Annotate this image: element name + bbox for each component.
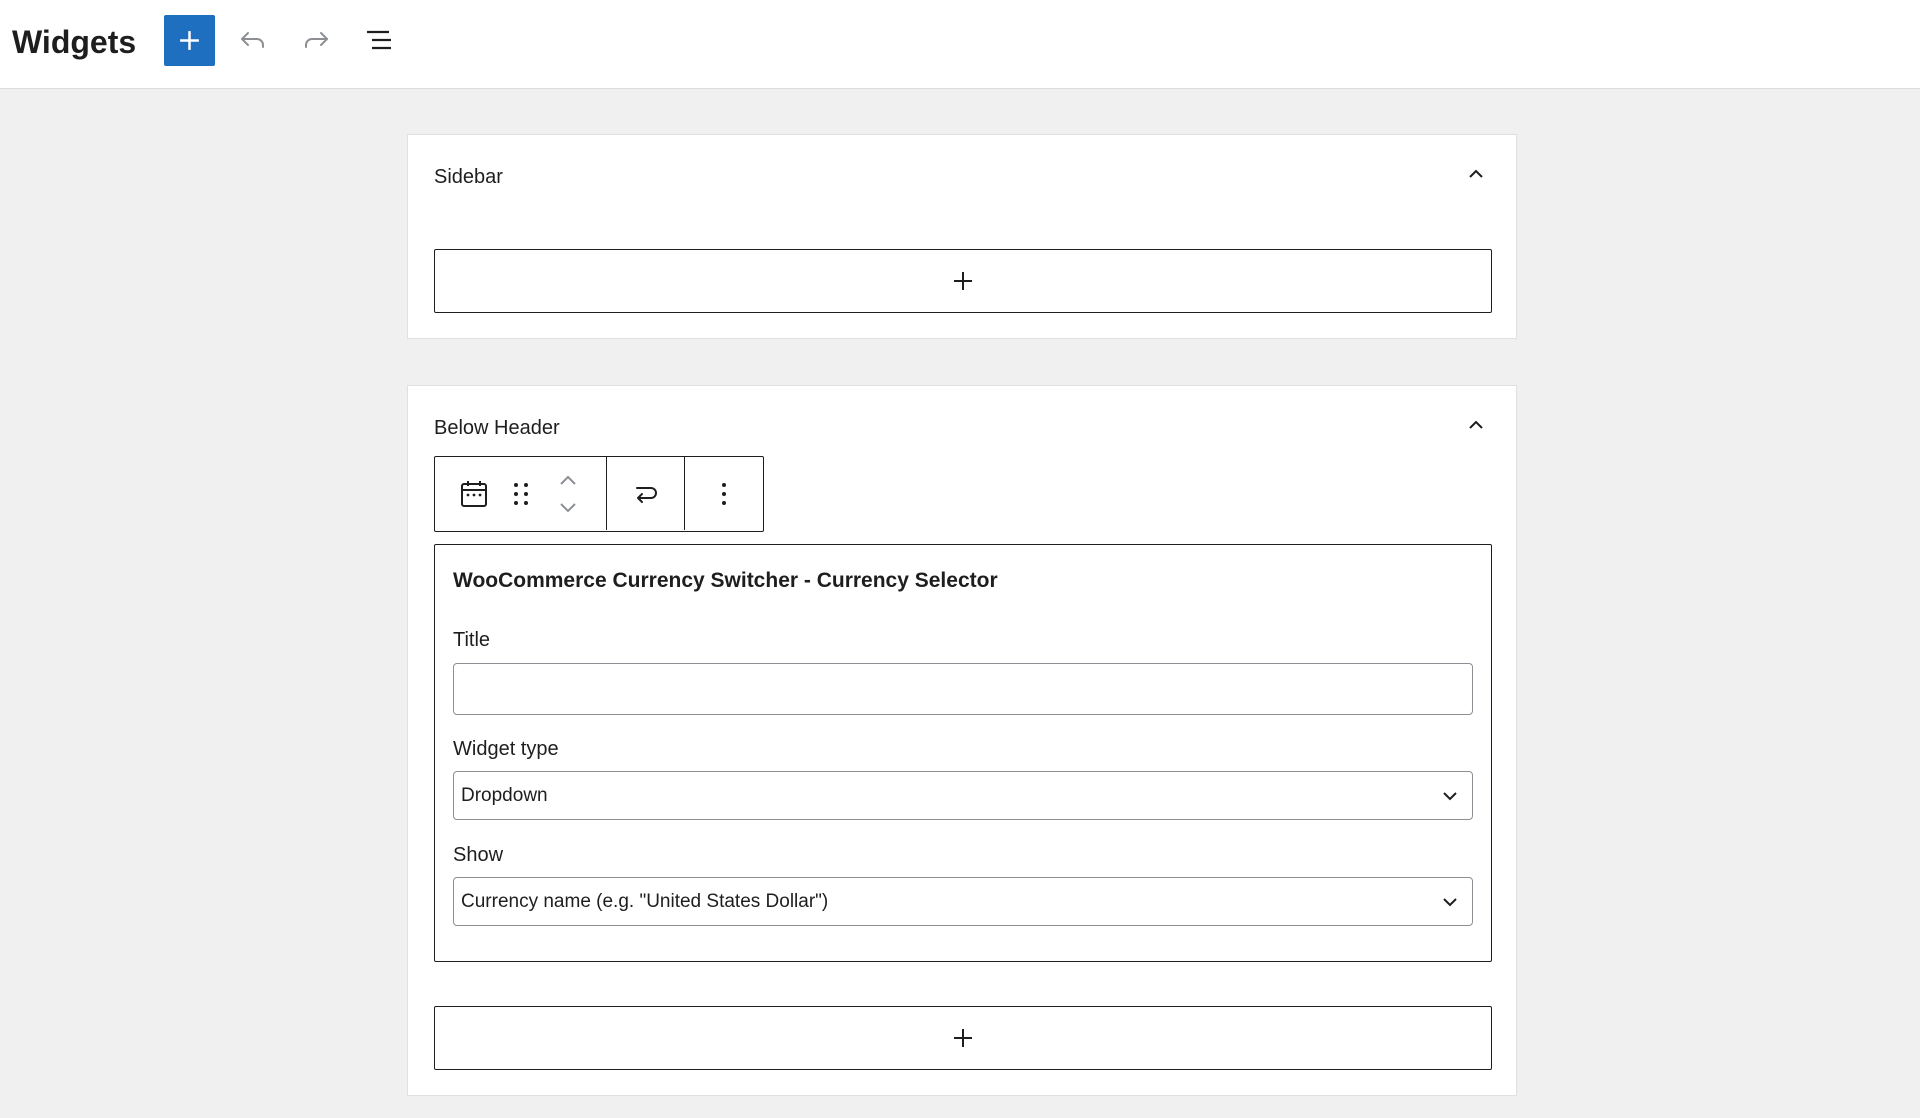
toolbar-group-transform	[607, 457, 685, 530]
toolbar-group-options	[685, 457, 763, 530]
undo-button[interactable]	[233, 20, 273, 60]
calendar-icon	[461, 481, 487, 507]
chevron-up-icon	[1469, 420, 1483, 429]
chevron-down-icon	[1443, 898, 1457, 907]
transform-button[interactable]	[629, 477, 663, 511]
widget-type-select[interactable]: Dropdown	[453, 771, 1473, 820]
transform-icon	[636, 487, 657, 503]
plus-icon	[180, 31, 199, 50]
chevron-down-icon	[1443, 792, 1457, 801]
chevron-up-icon	[1469, 169, 1483, 178]
plus-icon	[954, 1029, 972, 1047]
move-down-button[interactable]	[555, 497, 581, 517]
editor-header: Widgets	[0, 0, 1920, 89]
add-block-appender[interactable]	[434, 249, 1492, 313]
widget-area-sidebar: Sidebar	[407, 134, 1517, 339]
plus-icon	[954, 272, 972, 290]
select-value: Dropdown	[461, 785, 548, 806]
widget-area-title: Below Header	[434, 417, 560, 439]
widget-heading: WooCommerce Currency Switcher - Currency…	[453, 569, 998, 592]
toolbar-group-block	[435, 457, 607, 530]
title-field-label: Title	[453, 629, 491, 651]
widget-area-below-header: Below Header WooCommerce Currency Switch…	[407, 385, 1517, 1096]
add-block-button[interactable]	[164, 15, 215, 66]
list-view-button[interactable]	[359, 20, 399, 60]
widget-type-label: Widget type	[453, 738, 559, 760]
block-toolbar	[434, 456, 764, 532]
show-select[interactable]: Currency name (e.g. "United States Dolla…	[453, 877, 1473, 926]
move-up-icon	[560, 475, 576, 485]
block-type-button[interactable]	[457, 477, 491, 511]
list-view-icon	[367, 30, 391, 50]
move-up-button[interactable]	[555, 471, 581, 491]
show-field-label: Show	[453, 844, 504, 866]
legacy-widget-form: WooCommerce Currency Switcher - Currency…	[434, 544, 1492, 962]
redo-button[interactable]	[296, 20, 336, 60]
more-options-icon	[722, 483, 726, 505]
widget-area-title: Sidebar	[434, 166, 503, 188]
undo-icon	[241, 32, 264, 48]
collapse-area-button[interactable]	[1458, 408, 1494, 444]
add-block-appender[interactable]	[434, 1006, 1492, 1070]
more-options-button[interactable]	[711, 477, 737, 511]
redo-icon	[305, 32, 328, 48]
drag-handle-icon	[514, 483, 528, 505]
page-title: Widgets	[12, 24, 137, 60]
title-input[interactable]	[453, 663, 1473, 715]
select-value: Currency name (e.g. "United States Dolla…	[461, 891, 829, 912]
move-down-icon	[560, 503, 576, 513]
drag-handle[interactable]	[509, 479, 533, 509]
collapse-area-button[interactable]	[1458, 157, 1494, 193]
